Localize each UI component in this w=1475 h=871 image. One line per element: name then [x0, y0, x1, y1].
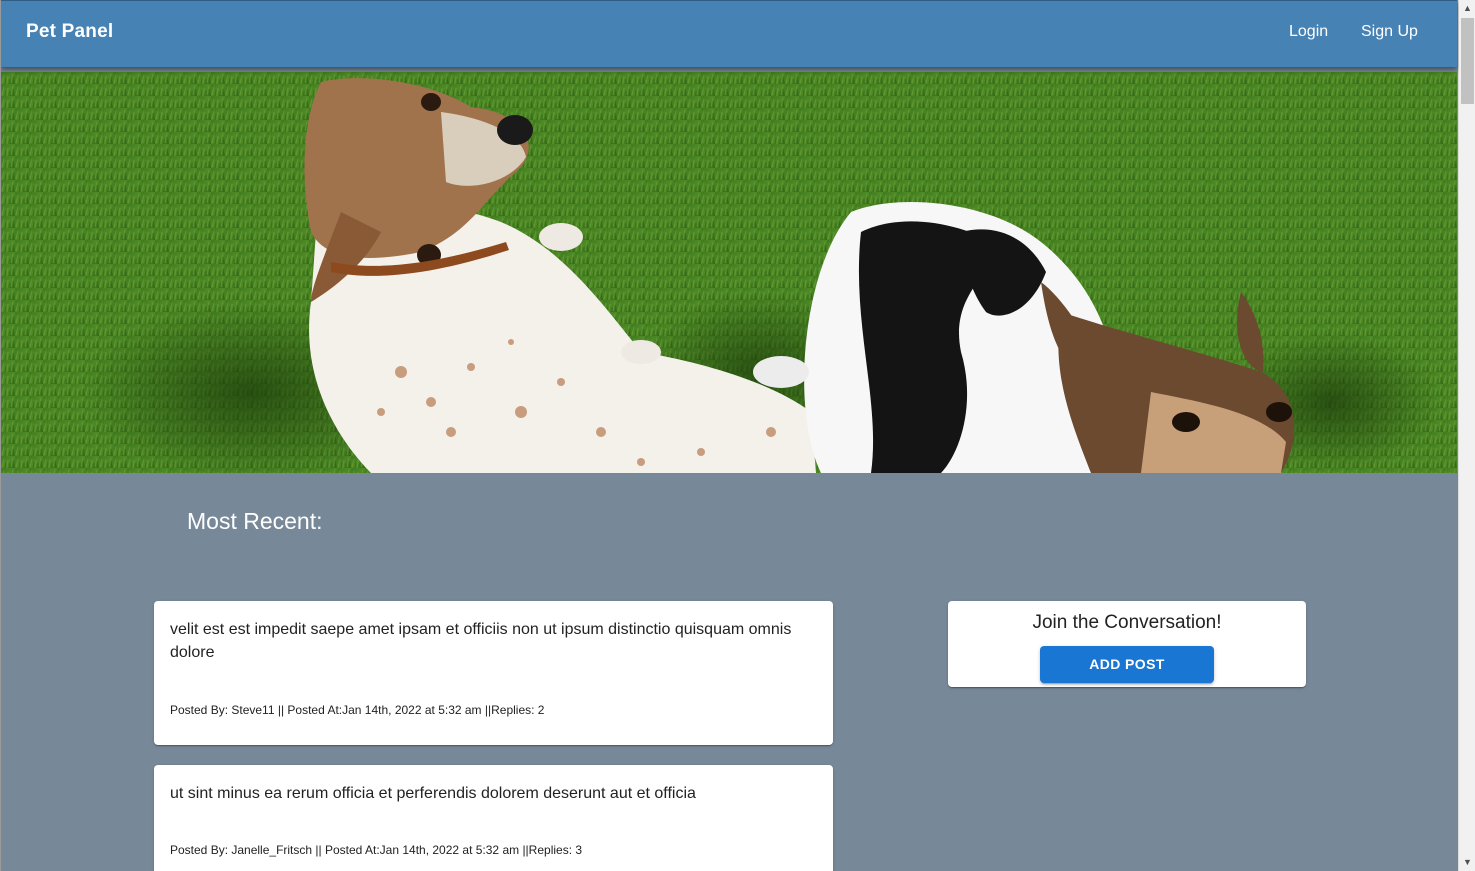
add-post-button[interactable]: ADD POST — [1040, 646, 1214, 683]
app-bar: Pet Panel Login Sign Up — [1, 0, 1457, 67]
scroll-down-arrow-icon[interactable]: ▼ — [1459, 854, 1475, 871]
hero-image — [1, 72, 1457, 473]
login-button[interactable]: Login — [1289, 23, 1328, 41]
join-conversation-card: Join the Conversation! ADD POST — [948, 601, 1306, 687]
post-card[interactable]: ut sint minus ea rerum officia et perfer… — [154, 765, 833, 871]
vertical-scrollbar[interactable]: ▲ ▼ — [1458, 0, 1475, 871]
signup-button[interactable]: Sign Up — [1361, 23, 1418, 41]
post-card[interactable]: velit est est impedit saepe amet ipsam e… — [154, 601, 833, 745]
page-viewport: Pet Panel Login Sign Up Most Recent: vel… — [0, 0, 1459, 871]
post-meta: Posted By: Janelle_Fritsch || Posted At:… — [170, 843, 583, 857]
post-meta: Posted By: Steve11 || Posted At:Jan 14th… — [170, 703, 545, 717]
post-body: velit est est impedit saepe amet ipsam e… — [170, 621, 792, 661]
section-title-most-recent: Most Recent: — [187, 508, 323, 534]
join-title: Join the Conversation! — [1032, 612, 1222, 633]
brand-logo-text[interactable]: Pet Panel — [26, 21, 113, 43]
post-body: ut sint minus ea rerum officia et perfer… — [170, 785, 696, 802]
scroll-up-arrow-icon[interactable]: ▲ — [1459, 0, 1475, 17]
scroll-thumb[interactable] — [1461, 18, 1474, 104]
